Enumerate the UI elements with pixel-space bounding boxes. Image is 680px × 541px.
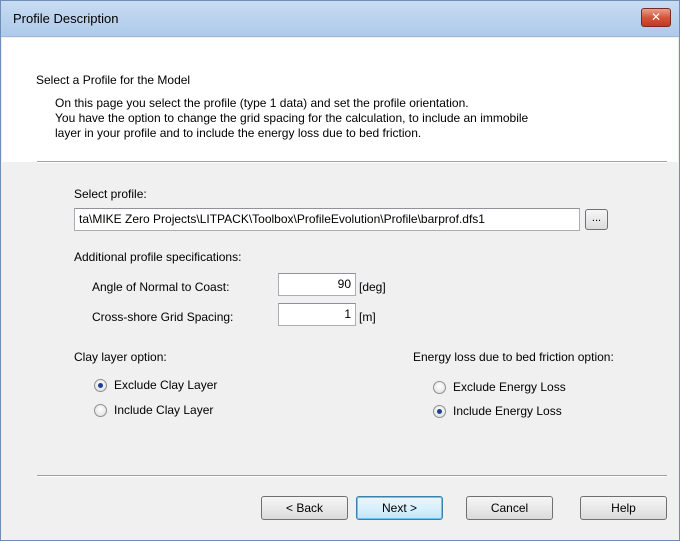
angle-input[interactable]: 90 — [278, 273, 356, 296]
grid-spacing-input[interactable]: 1 — [278, 303, 356, 326]
grid-spacing-unit: [m] — [359, 310, 376, 324]
additional-specs-heading: Additional profile specifications: — [74, 250, 242, 264]
back-button[interactable]: < Back — [261, 496, 348, 520]
include-energy-radio[interactable]: Include Energy Loss — [433, 404, 562, 418]
profile-path-input[interactable]: ta\MIKE Zero Projects\LITPACK\Toolbox\Pr… — [74, 208, 580, 231]
description-line: On this page you select the profile (typ… — [55, 96, 469, 110]
include-clay-radio[interactable]: Include Clay Layer — [94, 403, 213, 417]
cancel-button[interactable]: Cancel — [466, 496, 553, 520]
description-line: You have the option to change the grid s… — [55, 111, 529, 125]
radio-selected-icon — [94, 378, 107, 392]
close-icon: ✕ — [650, 10, 662, 24]
window-title: Profile Description — [13, 11, 119, 26]
next-button[interactable]: Next > — [356, 496, 443, 520]
radio-unselected-icon — [94, 403, 107, 417]
angle-unit: [deg] — [359, 280, 386, 294]
exclude-energy-label: Exclude Energy Loss — [453, 380, 566, 394]
select-profile-label: Select profile: — [74, 187, 147, 201]
exclude-clay-radio[interactable]: Exclude Clay Layer — [94, 378, 217, 392]
energy-loss-heading: Energy loss due to bed friction option: — [413, 350, 614, 364]
footer-separator — [37, 475, 667, 477]
include-clay-label: Include Clay Layer — [114, 403, 214, 417]
exclude-clay-label: Exclude Clay Layer — [114, 378, 218, 392]
close-button[interactable]: ✕ — [641, 8, 671, 27]
page-heading: Select a Profile for the Model — [36, 73, 191, 87]
header-separator — [37, 161, 667, 163]
browse-button[interactable]: ... — [585, 209, 608, 230]
exclude-energy-radio[interactable]: Exclude Energy Loss — [433, 380, 566, 394]
radio-unselected-icon — [433, 380, 446, 394]
angle-label: Angle of Normal to Coast: — [92, 280, 230, 294]
help-button[interactable]: Help — [580, 496, 667, 520]
include-energy-label: Include Energy Loss — [453, 404, 562, 418]
profile-description-dialog: Profile Description ✕ Select a Profile f… — [0, 0, 680, 541]
clay-layer-heading: Clay layer option: — [74, 350, 167, 364]
radio-selected-icon — [433, 404, 446, 418]
page-description: On this page you select the profile (typ… — [55, 96, 655, 141]
title-bar[interactable]: Profile Description ✕ — [1, 1, 679, 37]
description-line: layer in your profile and to include the… — [55, 126, 422, 140]
grid-spacing-label: Cross-shore Grid Spacing: — [92, 310, 234, 324]
